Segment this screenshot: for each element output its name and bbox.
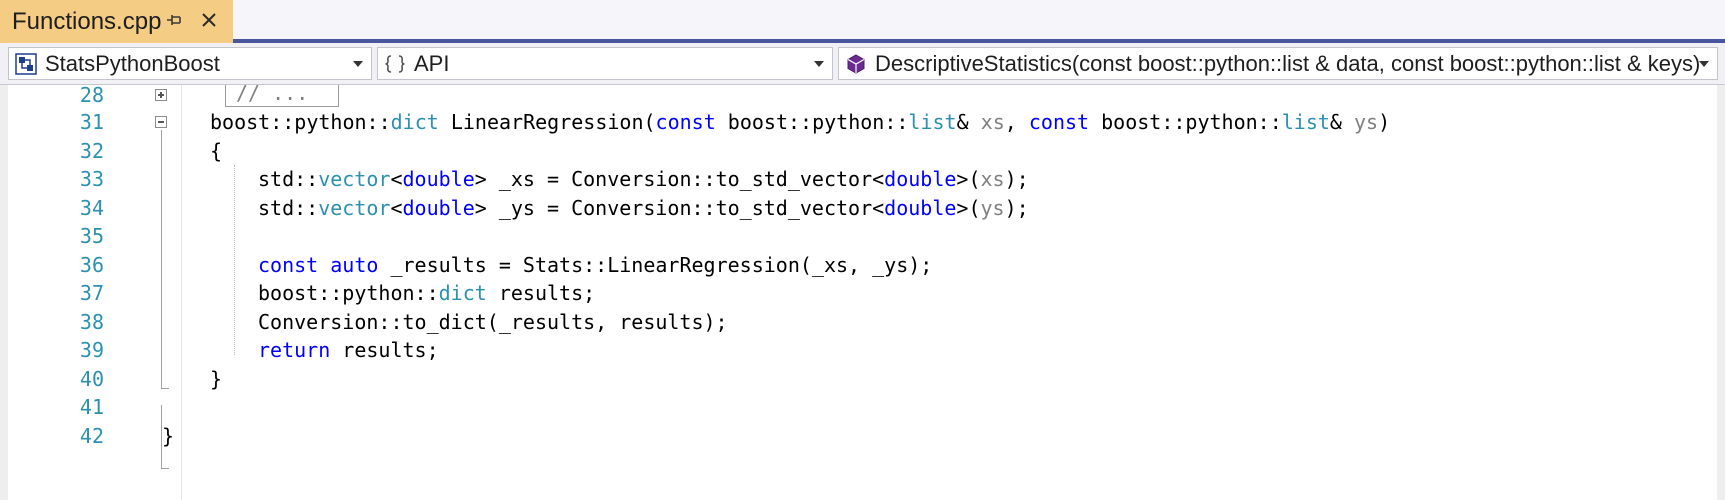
member-dropdown-label: DescriptiveStatistics(const boost::pytho… — [875, 50, 1701, 76]
code-text: boost::python::dict results; — [258, 281, 596, 305]
line-number: 35 — [79, 224, 104, 248]
line-number: 39 — [79, 338, 104, 362]
chevron-down-icon — [814, 61, 824, 67]
project-dropdown[interactable]: StatsPythonBoost — [8, 47, 372, 80]
line-number: 42 — [79, 424, 104, 448]
method-cube-icon — [847, 53, 865, 74]
code-text: } — [162, 424, 175, 448]
code-line: 39 return results; — [0, 334, 1725, 366]
scope-dropdown[interactable]: API — [377, 47, 833, 80]
code-line: 31 boost::python::dict LinearRegression(… — [0, 106, 1725, 138]
line-number: 33 — [79, 167, 104, 191]
outline-line — [161, 468, 169, 469]
line-number: 41 — [79, 395, 104, 419]
code-editor[interactable]: 28 // ... 31 boost::python::dict LinearR… — [0, 85, 1725, 500]
code-line: 42 } — [0, 420, 1725, 452]
code-text: std::vector<double> _xs = Conversion::to… — [258, 167, 1029, 191]
collapsed-region[interactable]: // ... — [225, 85, 339, 107]
code-line: 41 — [0, 391, 1725, 423]
chevron-down-icon — [1699, 61, 1709, 67]
navigation-bar: StatsPythonBoost API DescriptiveStatisti… — [0, 43, 1725, 85]
namespace-icon — [385, 54, 405, 73]
collapse-outline-icon[interactable] — [155, 116, 167, 128]
scope-dropdown-label: API — [414, 50, 450, 76]
project-dropdown-label: StatsPythonBoost — [45, 50, 220, 76]
code-line: 35 — [0, 220, 1725, 252]
pin-icon[interactable] — [163, 9, 185, 31]
expand-outline-icon[interactable] — [155, 89, 167, 101]
line-number: 31 — [79, 110, 104, 134]
member-dropdown[interactable]: DescriptiveStatistics(const boost::pytho… — [838, 47, 1718, 80]
chevron-down-icon — [353, 61, 363, 67]
tab-functions-cpp[interactable]: Functions.cpp — [0, 0, 233, 43]
project-icon — [15, 52, 37, 75]
line-number: 37 — [79, 281, 104, 305]
code-text: return results; — [258, 338, 439, 362]
code-line: 37 boost::python::dict results; — [0, 277, 1725, 309]
document-tab-strip: Functions.cpp — [0, 0, 1725, 43]
close-icon[interactable] — [198, 9, 220, 31]
code-line: 33 std::vector<double> _xs = Conversion:… — [0, 163, 1725, 195]
code-text: boost::python::dict LinearRegression(con… — [210, 110, 1391, 134]
tab-title: Functions.cpp — [12, 7, 162, 35]
